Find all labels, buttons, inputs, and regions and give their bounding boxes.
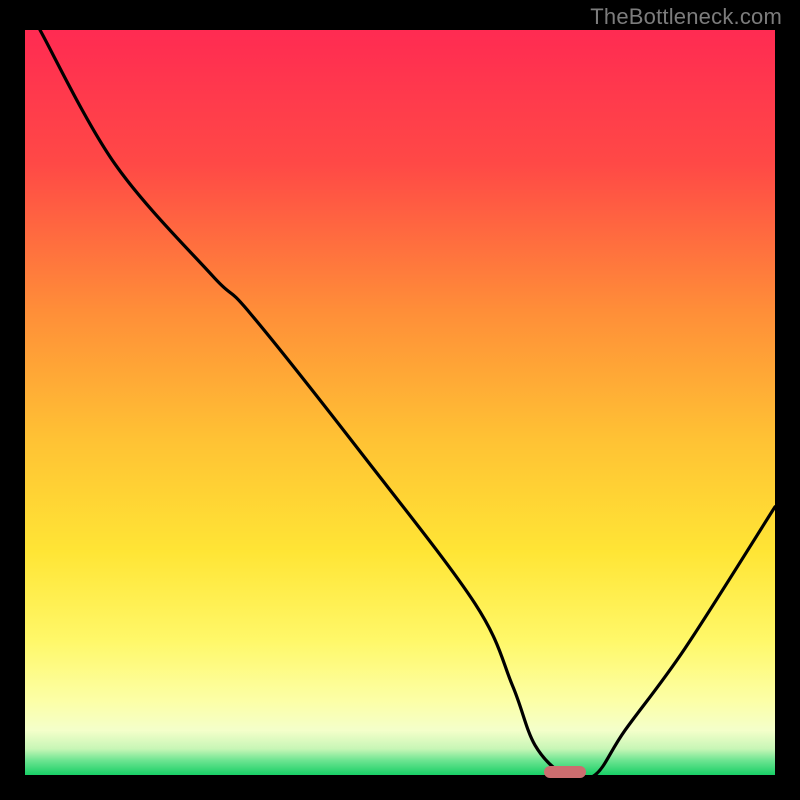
plot-area bbox=[25, 30, 775, 775]
chart-frame: TheBottleneck.com bbox=[0, 0, 800, 800]
optimal-marker bbox=[544, 766, 585, 777]
background-gradient bbox=[25, 30, 775, 775]
watermark-text: TheBottleneck.com bbox=[590, 4, 782, 30]
